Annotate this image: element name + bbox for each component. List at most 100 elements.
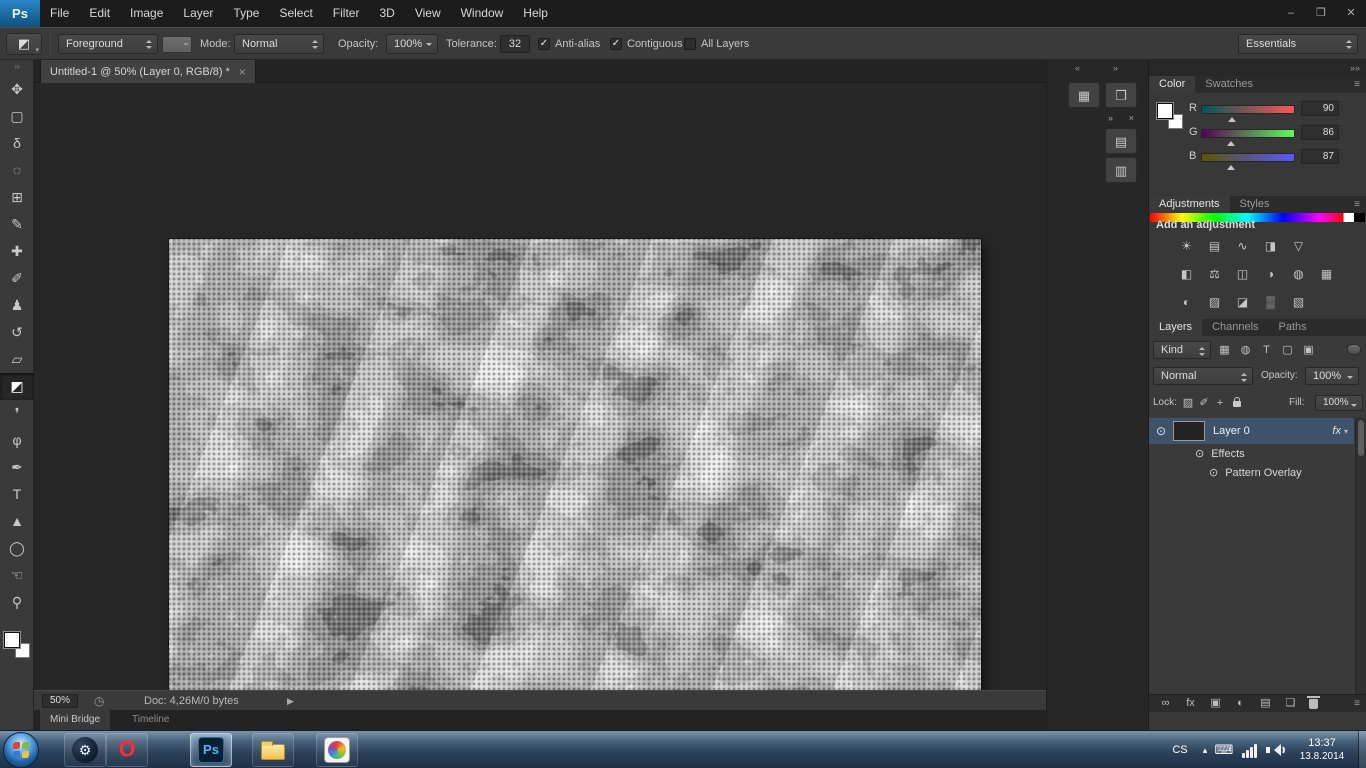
tab-styles[interactable]: Styles <box>1230 196 1280 213</box>
histogram-panel-icon[interactable]: ▦ <box>1068 82 1100 108</box>
tab-swatches[interactable]: Swatches <box>1195 76 1263 93</box>
dodge-tool[interactable]: φ <box>0 427 34 454</box>
tab-layers[interactable]: Layers <box>1149 319 1203 336</box>
taskbar-photo-editor-button[interactable] <box>316 733 358 767</box>
lock-position-icon[interactable]: + <box>1213 394 1227 412</box>
menu-view[interactable]: View <box>405 0 451 27</box>
fill-select[interactable]: 100% <box>1315 395 1363 411</box>
pen-tool[interactable]: ✒ <box>0 454 34 481</box>
properties-panel-icon[interactable]: ▥ <box>1105 157 1137 183</box>
slider-thumb[interactable] <box>1227 137 1235 146</box>
menu-select[interactable]: Select <box>269 0 322 27</box>
layer-row-layer0[interactable]: ⊙ Layer 0 fx ▾ <box>1149 418 1354 444</box>
panel-menu-icon[interactable]: ≡ <box>1354 698 1360 709</box>
hue-saturation-icon[interactable]: ◧ <box>1175 265 1198 283</box>
lock-transparent-icon[interactable]: ▨ <box>1181 394 1195 412</box>
menu-3d[interactable]: 3D <box>369 0 404 27</box>
layer-filter-kind-select[interactable]: Kind <box>1153 341 1211 359</box>
filter-adjustment-layers-icon[interactable]: ◍ <box>1236 341 1255 359</box>
black-white-icon[interactable]: ◫ <box>1231 265 1254 283</box>
brush-tool[interactable]: ✐ <box>0 265 34 292</box>
tool-preset-picker[interactable]: ◩ ▾ <box>6 33 42 55</box>
blue-value-field[interactable]: 87 <box>1301 149 1339 164</box>
all-layers-checkbox[interactable]: All Layers <box>684 38 749 50</box>
clone-stamp-tool[interactable]: ♟ <box>0 292 34 319</box>
red-slider[interactable] <box>1201 105 1295 114</box>
layer-row-effects[interactable]: ⊙ Effects <box>1149 444 1354 463</box>
brightness-contrast-icon[interactable]: ☀ <box>1175 237 1198 255</box>
menu-window[interactable]: Window <box>451 0 514 27</box>
opacity-select[interactable]: 100% <box>386 34 438 54</box>
lasso-tool[interactable]: δ <box>0 130 34 157</box>
delete-layer-icon[interactable] <box>1307 696 1320 709</box>
start-button[interactable] <box>3 732 39 768</box>
taskbar-clock[interactable]: 13:37 13.8.2014 <box>1288 736 1356 763</box>
taskbar-explorer-button[interactable] <box>252 733 294 767</box>
blue-slider[interactable] <box>1201 153 1295 162</box>
exposure-icon[interactable]: ◨ <box>1259 237 1282 255</box>
restore-icon[interactable]: ❐ <box>1306 0 1336 27</box>
levels-icon[interactable]: ▤ <box>1203 237 1226 255</box>
new-layer-icon[interactable]: ❏ <box>1284 695 1297 712</box>
eraser-tool[interactable]: ▱ <box>0 346 34 373</box>
layers-scrollbar[interactable] <box>1355 418 1366 694</box>
status-menu-icon[interactable]: ▶ <box>287 691 294 711</box>
photo-filter-icon[interactable]: ◑ <box>1259 265 1282 283</box>
expand-panel-icon[interactable]: » <box>1108 112 1113 125</box>
document-tab[interactable]: Untitled-1 @ 50% (Layer 0, RGB/8) * × <box>40 60 256 83</box>
quick-selection-tool[interactable]: ◌ <box>0 157 34 184</box>
tab-timeline[interactable]: Timeline <box>122 710 179 730</box>
color-lookup-icon[interactable]: ▦ <box>1315 265 1338 283</box>
chevron-down-icon[interactable]: ▾ <box>1344 427 1348 436</box>
slider-thumb[interactable] <box>1228 113 1236 122</box>
workspace-select[interactable]: Essentials <box>1238 34 1358 54</box>
ellipse-tool[interactable]: ◯ <box>0 535 34 562</box>
gradient-map-icon[interactable]: ▒ <box>1259 293 1282 311</box>
layer-style-icon[interactable]: fx <box>1184 695 1197 712</box>
layer-row-pattern-overlay[interactable]: ⊙ Pattern Overlay <box>1149 463 1354 482</box>
pattern-overlay-visibility-icon[interactable]: ⊙ <box>1209 466 1218 479</box>
crop-tool[interactable]: ⊞ <box>0 184 34 211</box>
filter-type-layers-icon[interactable]: T <box>1257 341 1276 359</box>
menu-file[interactable]: File <box>40 0 79 27</box>
panel-menu-icon[interactable]: ≡ <box>1348 76 1366 93</box>
curves-icon[interactable]: ∿ <box>1231 237 1254 255</box>
lock-pixels-icon[interactable]: ✐ <box>1197 394 1211 412</box>
type-tool[interactable]: T <box>0 481 34 508</box>
foreground-background-swatches[interactable] <box>4 632 30 658</box>
history-brush-tool[interactable]: ↺ <box>0 319 34 346</box>
zoom-level-field[interactable]: 50% <box>42 694 78 708</box>
layer-mask-icon[interactable]: ▣ <box>1209 695 1222 712</box>
3d-panel-icon[interactable]: ❒ <box>1105 82 1137 108</box>
layer-thumbnail[interactable] <box>1173 421 1205 441</box>
channel-mixer-icon[interactable]: ◍ <box>1287 265 1310 283</box>
menu-filter[interactable]: Filter <box>323 0 370 27</box>
network-icon[interactable] <box>1242 743 1260 758</box>
link-layers-icon[interactable]: ∞ <box>1159 695 1172 712</box>
invert-icon[interactable]: ◐ <box>1175 293 1198 311</box>
measurement-panel-icon[interactable]: ▤ <box>1105 128 1137 154</box>
green-slider[interactable] <box>1201 129 1295 138</box>
filter-shape-layers-icon[interactable]: ▢ <box>1278 341 1297 359</box>
keyboard-icon[interactable]: ⌨ <box>1214 731 1234 768</box>
vibrance-icon[interactable]: ▽ <box>1287 237 1310 255</box>
threshold-icon[interactable]: ◪ <box>1231 293 1254 311</box>
close-icon[interactable]: ✕ <box>1336 0 1366 27</box>
selective-color-icon[interactable]: ▧ <box>1287 293 1310 311</box>
lock-all-icon[interactable] <box>1233 397 1241 407</box>
layer-filter-toggle[interactable] <box>1347 344 1361 355</box>
menu-edit[interactable]: Edit <box>79 0 120 27</box>
blur-tool[interactable]: ❜ <box>0 400 34 427</box>
scrollbar-thumb[interactable] <box>1358 420 1364 456</box>
panel-menu-icon[interactable]: ≡ <box>1348 196 1366 213</box>
anti-alias-checkbox[interactable]: ✓ Anti-alias <box>538 38 600 50</box>
menu-image[interactable]: Image <box>120 0 173 27</box>
language-indicator[interactable]: CS <box>1168 731 1192 768</box>
volume-icon[interactable] <box>1266 744 1285 756</box>
foreground-color-swatch[interactable] <box>4 632 20 648</box>
fill-source-select[interactable]: Foreground <box>58 34 158 54</box>
red-value-field[interactable]: 90 <box>1301 101 1339 116</box>
layer-fx-badge[interactable]: fx <box>1332 425 1341 437</box>
tab-mini-bridge[interactable]: Mini Bridge <box>40 710 111 730</box>
collapse-strip-icon[interactable]: » <box>1113 63 1118 73</box>
